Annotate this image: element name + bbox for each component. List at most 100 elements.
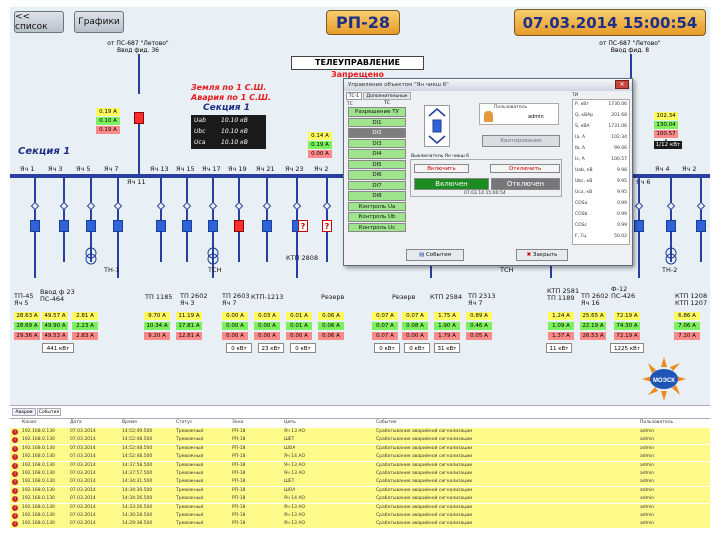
alarm-icon: ! [12,437,18,444]
event-cell: Срабатывание аварийной сигнализации [376,521,473,527]
event-cell: 192.168.0.130 [22,504,55,510]
bay-breaker[interactable] [262,220,272,232]
acknowledge-button[interactable]: Квитирование [482,135,560,147]
bay-17: Яч 17 [202,165,221,173]
ts-item-button[interactable]: DI2 [348,128,406,138]
event-cell: РП-18 [232,445,246,451]
ts-item-button[interactable]: Контроль Ub [348,212,406,222]
bay-breaker[interactable] [182,220,192,232]
uab-label: Uab [194,117,206,124]
event-row[interactable]: ! 192.168.0.130 07.03.2014 14:29:38.500 Трев… [10,520,710,529]
bay-current-value: 10.34 A [144,322,170,330]
ts-item-button[interactable]: Разрешение ТУ [348,107,406,117]
bay-breaker[interactable] [208,220,218,232]
bay-1: Яч 1 [20,165,35,173]
event-cell: РП-18 [232,496,246,502]
bay-breaker[interactable] [156,220,166,232]
event-cell: admin [640,437,655,443]
bay-breaker[interactable] [234,220,244,232]
event-row[interactable]: ! 192.168.0.130 07.03.2014 14:34:26.500 Трев… [10,495,710,504]
switch-on-button[interactable]: Включить [414,164,469,173]
tn1-transformer-icon [82,247,100,265]
tab-additional-ts[interactable]: Дополнительные ТС [363,92,411,106]
outgoing-5: ТП 2603 Яч 7 [222,292,250,307]
dialog-close-icon[interactable]: ✕ [615,80,629,89]
bay-breaker[interactable] [86,220,96,232]
unknown-state-icon[interactable]: ? [322,220,332,232]
event-row[interactable]: ! 192.168.0.130 07.03.2014 14:52:48.500 Трев… [10,436,710,445]
user-label: Пользователь [494,105,528,110]
bay-current-b: 0.19 A [308,141,332,149]
ts-item-button[interactable]: DI4 [348,149,406,159]
control-dialog: Управление объектом "Ян чикш 6" ✕ ТС-1 Д… [343,78,633,266]
left-feeder-breaker[interactable] [134,112,144,124]
bay-breaker[interactable] [113,220,123,232]
bay-breaker[interactable] [696,220,706,232]
bay-current-value: 0.00 A [222,322,248,330]
tab-alarms[interactable]: Аварии [12,408,36,416]
bay-breaker[interactable] [59,220,69,232]
events-button-label: События [425,252,451,258]
graphs-button[interactable]: Графики [74,11,124,33]
ubc-label: Ubc [194,128,206,135]
outgoing-14: КТП 1208 КТП 1207 [675,292,708,307]
outgoing-9: КТП 2584 [430,293,463,301]
section2-power: 1/12 кВт [654,141,682,149]
event-row[interactable]: ! 192.168.0.130 07.03.2014 14:34:31.500 Трев… [10,478,710,487]
bay-current-value: 2.81 A [72,312,98,320]
bay-4: Яч 4 [655,165,670,173]
event-cell: 07.03.2014 [70,487,96,493]
event-row[interactable]: ! 192.168.0.130 07.03.2014 14:52:48.500 Трев… [10,444,710,453]
ts-item-button[interactable]: DI7 [348,180,406,190]
ts-item-button[interactable]: DI8 [348,191,406,201]
left-feeder-line-lower [138,124,140,174]
alarm-icon: ! [12,462,18,469]
bay-current-value: 7.10 A [674,332,700,340]
ts-item-button[interactable]: Контроль Uc [348,222,406,232]
bay-breaker[interactable] [30,220,40,232]
user-icon [484,111,493,122]
event-row[interactable]: ! 192.168.0.130 07.03.2014 14:52:48.500 Трев… [10,453,710,462]
bay-breaker[interactable] [634,220,644,232]
ts-item-button[interactable]: DI3 [348,138,406,148]
alarm-icon: ! [12,445,18,452]
reserve-mid-label: Резерв [321,293,345,301]
bay-7: Яч 7 [104,165,119,173]
power-8: 11 кВт [546,343,572,353]
tab-events[interactable]: События [37,408,61,416]
event-row[interactable]: ! 192.168.0.130 07.03.2014 14:34:30.500 Трев… [10,486,710,495]
bay-current-value: 0.08 A [402,322,428,330]
disconnector-icon [86,201,96,211]
events-button[interactable]: ▤ События [406,249,464,261]
event-row[interactable]: ! 192.168.0.130 07.03.2014 14:52:49.500 Трев… [10,428,710,436]
ts-item-button[interactable]: DI6 [348,170,406,180]
ti-name: Ib, A [575,146,586,151]
ti-name: Uab, кВ [575,168,593,173]
event-row[interactable]: ! 192.168.0.130 07.03.2014 14:30:28.500 Трев… [10,512,710,520]
event-cell: admin [640,521,655,527]
tab-ts1[interactable]: ТС-1 [346,92,362,100]
event-row[interactable]: ! 192.168.0.130 07.03.2014 14:37:58.500 Трев… [10,461,710,470]
back-button[interactable]: << список [14,11,64,33]
unknown-state-icon[interactable]: ? [298,220,308,232]
disconnector-icon [59,201,69,211]
left-feeder-label: от ПС-687 "Летово" Ввод фид. 36 [107,40,169,54]
ti-name: F, Гц [575,234,587,239]
ti-name: Ia, A [575,135,586,140]
switch-off-button[interactable]: Отключить [490,164,560,173]
bay-current-value: 49.53 A [42,332,68,340]
ts-item-button[interactable]: Контроль Ua [348,201,406,211]
event-row[interactable]: ! 192.168.0.130 07.03.2014 14:33:26.500 Трев… [10,503,710,512]
mimic-diagram: << список Графики РП-28 07.03.2014 15:00… [10,7,710,405]
ts-item-button[interactable]: DI1 [348,117,406,127]
power-2: 0 кВт [226,343,252,353]
ts-item-button[interactable]: DI5 [348,159,406,169]
event-cell: РП-18 [232,462,246,468]
close-button[interactable]: ✖ Закрыть [516,249,568,261]
bay-breaker[interactable] [666,220,676,232]
state-off-indicator: Отключен [491,178,560,190]
event-row[interactable]: ! 192.168.0.130 07.03.2014 14:37:57.500 Трев… [10,470,710,478]
event-cell: Яч 14 АО [284,496,305,502]
event-cell: Срабатывание аварийной сигнализации [376,429,473,434]
bay-current-value: 11.19 A [176,312,202,320]
